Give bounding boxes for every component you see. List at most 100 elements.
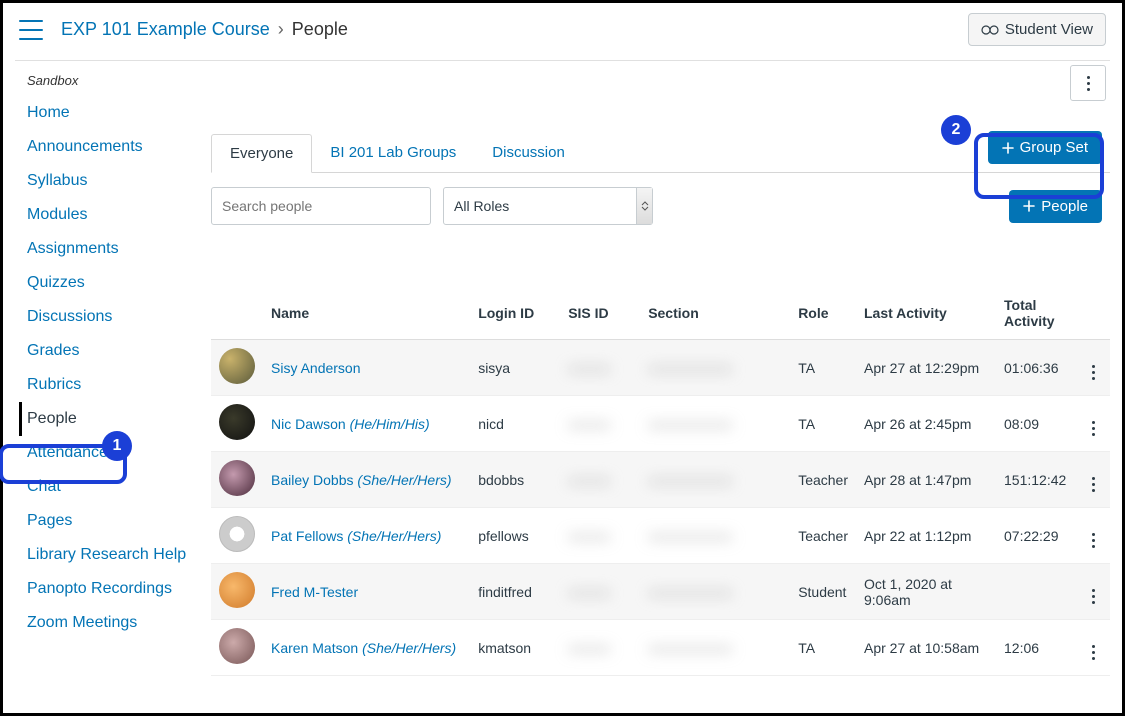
nav-modules[interactable]: Modules bbox=[27, 206, 87, 223]
pronoun: (She/Her/Hers) bbox=[357, 472, 451, 488]
last-activity: Apr 27 at 10:58am bbox=[856, 620, 996, 676]
total-activity: 07:22:29 bbox=[996, 508, 1076, 564]
glasses-icon bbox=[981, 24, 999, 36]
tab-lab-groups[interactable]: BI 201 Lab Groups bbox=[312, 134, 474, 172]
avatar bbox=[219, 628, 255, 664]
plus-icon bbox=[1023, 200, 1035, 212]
student-view-label: Student View bbox=[1005, 21, 1093, 38]
nav-discussions[interactable]: Discussions bbox=[27, 308, 112, 325]
role: TA bbox=[790, 620, 856, 676]
total-activity: 08:09 bbox=[996, 396, 1076, 452]
nav-zoom[interactable]: Zoom Meetings bbox=[27, 614, 137, 631]
last-activity: Apr 22 at 1:12pm bbox=[856, 508, 996, 564]
section-blurred: xxxxxxxxxxxx bbox=[648, 360, 732, 376]
course-nav: Sandbox Home Announcements Syllabus Modu… bbox=[15, 61, 211, 676]
total-activity: 151:12:42 bbox=[996, 452, 1076, 508]
sis-blurred: xxxxxx bbox=[568, 584, 610, 600]
table-row: Sisy Anderson sisya xxxxxx xxxxxxxxxxxx … bbox=[211, 340, 1110, 396]
nav-announcements[interactable]: Announcements bbox=[27, 138, 143, 155]
person-link[interactable]: Nic Dawson (He/Him/His) bbox=[271, 416, 430, 432]
nav-assignments[interactable]: Assignments bbox=[27, 240, 119, 257]
th-total: Total Activity bbox=[996, 287, 1076, 340]
sis-blurred: xxxxxx bbox=[568, 416, 610, 432]
pronoun: (He/Him/His) bbox=[350, 416, 430, 432]
add-group-set-button[interactable]: Group Set bbox=[988, 131, 1102, 164]
main-content: Everyone BI 201 Lab Groups Discussion Gr… bbox=[211, 61, 1110, 676]
th-name: Name bbox=[263, 287, 470, 340]
role-select[interactable]: All Roles bbox=[443, 187, 653, 225]
row-options-button[interactable] bbox=[1084, 533, 1102, 548]
nav-home[interactable]: Home bbox=[27, 104, 70, 121]
avatar bbox=[219, 460, 255, 496]
nav-quizzes[interactable]: Quizzes bbox=[27, 274, 85, 291]
tab-discussion[interactable]: Discussion bbox=[474, 134, 583, 172]
nav-attendance[interactable]: Attendance bbox=[27, 444, 108, 461]
login-id: bdobbs bbox=[470, 452, 560, 508]
top-header: EXP 101 Example Course › People Student … bbox=[3, 3, 1122, 60]
nav-grades[interactable]: Grades bbox=[27, 342, 79, 359]
hamburger-menu-icon[interactable] bbox=[19, 20, 43, 40]
role: TA bbox=[790, 340, 856, 396]
group-set-label: Group Set bbox=[1020, 139, 1088, 156]
nav-syllabus[interactable]: Syllabus bbox=[27, 172, 87, 189]
person-link[interactable]: Pat Fellows (She/Her/Hers) bbox=[271, 528, 441, 544]
nav-pages[interactable]: Pages bbox=[27, 512, 72, 529]
nav-people[interactable]: People bbox=[27, 410, 77, 427]
section-blurred: xxxxxxxxxxxx bbox=[648, 416, 732, 432]
person-link[interactable]: Sisy Anderson bbox=[271, 360, 361, 376]
section-blurred: xxxxxxxxxxxx bbox=[648, 472, 732, 488]
student-view-button[interactable]: Student View bbox=[968, 13, 1106, 46]
section-blurred: xxxxxxxxxxxx bbox=[648, 528, 732, 544]
row-options-button[interactable] bbox=[1084, 477, 1102, 492]
search-people-input[interactable] bbox=[211, 187, 431, 225]
sis-blurred: xxxxxx bbox=[568, 360, 610, 376]
tabs-row: Everyone BI 201 Lab Groups Discussion Gr… bbox=[211, 131, 1110, 173]
filter-row: All Roles People bbox=[211, 187, 1110, 225]
role: TA bbox=[790, 396, 856, 452]
login-id: nicd bbox=[470, 396, 560, 452]
th-sis: SIS ID bbox=[560, 287, 640, 340]
chevron-right-icon: › bbox=[278, 19, 284, 40]
login-id: finditfred bbox=[470, 564, 560, 620]
role: Teacher bbox=[790, 452, 856, 508]
page-options-button[interactable] bbox=[1070, 65, 1106, 101]
person-link[interactable]: Fred M-Tester bbox=[271, 584, 358, 600]
last-activity: Apr 26 at 2:45pm bbox=[856, 396, 996, 452]
total-activity bbox=[996, 564, 1076, 620]
nav-library[interactable]: Library Research Help bbox=[27, 546, 186, 563]
nav-chat[interactable]: Chat bbox=[27, 478, 61, 495]
row-options-button[interactable] bbox=[1084, 589, 1102, 604]
row-options-button[interactable] bbox=[1084, 421, 1102, 436]
people-button-label: People bbox=[1041, 198, 1088, 215]
nav-rubrics[interactable]: Rubrics bbox=[27, 376, 81, 393]
nav-panopto[interactable]: Panopto Recordings bbox=[27, 580, 172, 597]
pronoun: (She/Her/Hers) bbox=[362, 640, 456, 656]
last-activity: Apr 27 at 12:29pm bbox=[856, 340, 996, 396]
breadcrumb-course[interactable]: EXP 101 Example Course bbox=[61, 19, 270, 40]
role: Teacher bbox=[790, 508, 856, 564]
last-activity: Oct 1, 2020 at 9:06am bbox=[856, 564, 996, 620]
th-last: Last Activity bbox=[856, 287, 996, 340]
table-row: Nic Dawson (He/Him/His) nicd xxxxxx xxxx… bbox=[211, 396, 1110, 452]
kebab-icon bbox=[1087, 76, 1090, 91]
tab-everyone[interactable]: Everyone bbox=[211, 134, 312, 173]
login-id: kmatson bbox=[470, 620, 560, 676]
breadcrumb-page: People bbox=[292, 19, 348, 40]
breadcrumb: EXP 101 Example Course › People bbox=[61, 19, 348, 40]
role-select-value: All Roles bbox=[454, 198, 509, 214]
row-options-button[interactable] bbox=[1084, 365, 1102, 380]
total-activity: 01:06:36 bbox=[996, 340, 1076, 396]
plus-icon bbox=[1002, 142, 1014, 154]
avatar bbox=[219, 404, 255, 440]
login-id: sisya bbox=[470, 340, 560, 396]
table-row: Bailey Dobbs (She/Her/Hers) bdobbs xxxxx… bbox=[211, 452, 1110, 508]
th-login: Login ID bbox=[470, 287, 560, 340]
person-link[interactable]: Bailey Dobbs (She/Her/Hers) bbox=[271, 472, 452, 488]
sis-blurred: xxxxxx bbox=[568, 640, 610, 656]
sis-blurred: xxxxxx bbox=[568, 528, 610, 544]
th-section: Section bbox=[640, 287, 790, 340]
row-options-button[interactable] bbox=[1084, 645, 1102, 660]
term-label: Sandbox bbox=[19, 71, 211, 96]
person-link[interactable]: Karen Matson (She/Her/Hers) bbox=[271, 640, 456, 656]
add-people-button[interactable]: People bbox=[1009, 190, 1102, 223]
